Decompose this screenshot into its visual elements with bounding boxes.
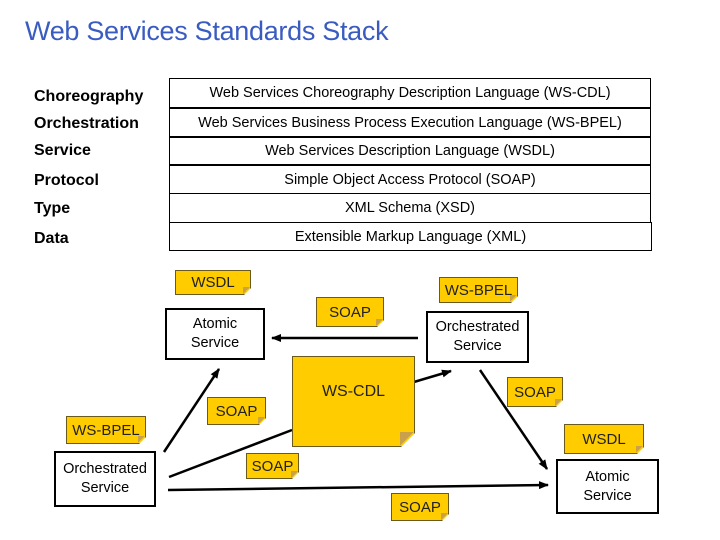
note-fold-icon bbox=[555, 399, 562, 406]
note-soap-lower: SOAP bbox=[246, 453, 299, 479]
layer-label-choreography: Choreography bbox=[34, 88, 144, 105]
stack-box-xsd: XML Schema (XSD) bbox=[169, 193, 651, 223]
note-wsbpel-top: WS-BPEL bbox=[439, 277, 518, 303]
arrow-orchestrated-bottom-to-atomic-bottom bbox=[167, 481, 549, 492]
note-wscdl-text: WS-CDL bbox=[321, 383, 386, 400]
atomic-service-bottom-line1: Atomic bbox=[585, 468, 630, 485]
note-soap-top: SOAP bbox=[316, 297, 384, 327]
orchestrated-service-top-line2: Service bbox=[453, 338, 502, 354]
layer-label-data: Data bbox=[34, 230, 69, 247]
note-fold-icon bbox=[138, 436, 145, 443]
atomic-service-top-line2: Service bbox=[190, 335, 240, 351]
note-wsdl-top: WSDL bbox=[175, 270, 251, 295]
note-soap-lower-text: SOAP bbox=[251, 457, 294, 475]
note-wsbpel-left-text: WS-BPEL bbox=[72, 421, 140, 439]
note-soap-right-text: SOAP bbox=[514, 383, 556, 401]
orchestrated-service-top-line1: Orchestrated bbox=[435, 319, 520, 335]
note-fold-icon bbox=[441, 513, 448, 520]
page-title: Web Services Standards Stack bbox=[25, 16, 389, 46]
stack-box-wsdl: Web Services Description Language (WSDL) bbox=[169, 136, 651, 165]
layer-label-orchestration: Orchestration bbox=[34, 115, 139, 132]
orchestrated-service-bottom-line2: Service bbox=[80, 480, 130, 496]
note-soap-bottom-text: SOAP bbox=[399, 498, 441, 516]
atomic-service-top: Atomic Service bbox=[165, 308, 265, 360]
note-fold-icon bbox=[376, 319, 383, 326]
note-fold-icon bbox=[400, 432, 414, 446]
note-soap-bottom: SOAP bbox=[391, 493, 449, 521]
orchestrated-service-bottom: Orchestrated Service bbox=[54, 451, 156, 507]
note-fold-icon bbox=[510, 295, 517, 302]
note-wsdl-right-text: WSDL bbox=[582, 430, 626, 448]
stack-box-ws-bpel: Web Services Business Process Execution … bbox=[169, 107, 651, 137]
note-fold-icon bbox=[291, 471, 298, 478]
note-wsdl-right: WSDL bbox=[564, 424, 644, 454]
note-fold-icon bbox=[243, 287, 250, 294]
note-wsdl-top-text: WSDL bbox=[191, 274, 235, 291]
orchestrated-service-top: Orchestrated Service bbox=[426, 311, 529, 363]
stack-box-soap: Simple Object Access Protocol (SOAP) bbox=[169, 164, 651, 194]
note-fold-icon bbox=[258, 417, 265, 424]
note-fold-icon bbox=[636, 446, 643, 453]
atomic-service-bottom-line2: Service bbox=[583, 487, 632, 504]
atomic-service-top-line1: Atomic bbox=[192, 316, 238, 332]
note-soap-left: SOAP bbox=[207, 397, 266, 425]
stack-box-xml: Extensible Markup Language (XML) bbox=[169, 222, 652, 251]
layer-label-service: Service bbox=[34, 142, 91, 159]
note-soap-top-text: SOAP bbox=[329, 303, 371, 321]
note-wsbpel-top-text: WS-BPEL bbox=[444, 281, 513, 299]
note-soap-left-text: SOAP bbox=[215, 402, 258, 420]
atomic-service-bottom: Atomic Service bbox=[556, 459, 659, 514]
orchestrated-service-bottom-line1: Orchestrated bbox=[63, 461, 147, 477]
note-wscdl: WS-CDL bbox=[292, 356, 415, 447]
stack-box-ws-cdl: Web Services Choreography Description La… bbox=[169, 78, 651, 108]
note-soap-right: SOAP bbox=[507, 377, 563, 407]
arrow-wscdl-to-orchestrated-top bbox=[413, 369, 452, 384]
layer-label-type: Type bbox=[34, 200, 71, 217]
note-wsbpel-left: WS-BPEL bbox=[66, 416, 146, 444]
layer-label-protocol: Protocol bbox=[34, 172, 99, 189]
